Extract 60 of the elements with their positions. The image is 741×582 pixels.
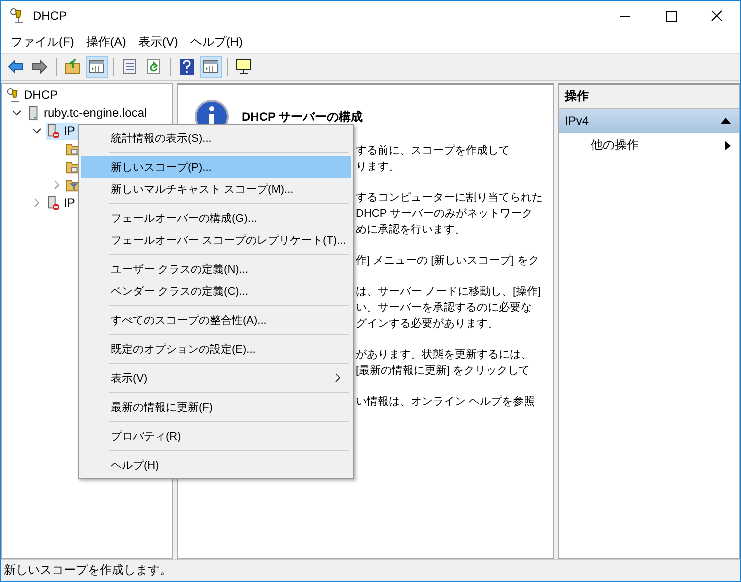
dhcp-icon <box>6 88 21 102</box>
menu-item[interactable]: 統計情報の表示(S)... <box>81 127 351 149</box>
chevron-right-icon <box>335 373 341 383</box>
menu-item[interactable]: すべてのスコープの整合性(A)... <box>81 309 351 331</box>
menu-item[interactable]: 新しいマルチキャスト スコープ(M)... <box>81 178 351 200</box>
content-title: DHCP サーバーの構成 <box>242 108 364 126</box>
toggle-pane-button[interactable] <box>200 56 222 78</box>
pane-icon <box>203 59 219 75</box>
actions-header: 操作 <box>559 85 739 109</box>
refresh-icon <box>146 59 162 75</box>
text-line: グインする必要があります。 <box>356 316 500 332</box>
server-error-icon <box>46 196 61 210</box>
expand-icon[interactable] <box>52 180 62 190</box>
submenu-arrow-icon <box>725 140 731 150</box>
menu-item[interactable]: ベンダー クラスの定義(C)... <box>81 280 351 302</box>
action-link[interactable]: 他の操作 <box>591 137 639 154</box>
menu-item[interactable]: フェールオーバー スコープのレプリケート(T)... <box>81 229 351 251</box>
menu-item[interactable]: 表示(V) <box>81 367 351 389</box>
tree-item[interactable]: IP <box>46 122 78 140</box>
list-icon <box>122 59 138 75</box>
menu-item[interactable]: 表示(V) <box>132 32 184 52</box>
text-line: [最新の情報に更新] をクリックして <box>356 364 532 379</box>
text-line: めに承認を行います。 <box>356 223 467 238</box>
menu-item[interactable]: フェールオーバーの構成(G)... <box>81 207 351 229</box>
text-line: する前に、スコープを作成して <box>356 144 511 159</box>
text-line: DHCP サーバーのみがネットワーク <box>356 207 534 222</box>
toggle-pane-button[interactable] <box>86 56 108 78</box>
tree-item[interactable]: DHCP <box>6 86 62 104</box>
text-line: は、サーバー ノードに移動し、[操作] <box>356 285 542 300</box>
text-line: するコンピューターに割り当てられた <box>356 190 544 206</box>
collapse-icon[interactable] <box>32 126 42 136</box>
tree-item[interactable]: IP <box>46 194 78 212</box>
pane-icon <box>89 59 105 75</box>
menu-item[interactable]: プロパティ(R) <box>81 425 351 447</box>
window-title: DHCP <box>33 9 68 23</box>
menu-item[interactable]: ヘルプ(H) <box>184 32 249 52</box>
folder-up-icon <box>65 59 81 75</box>
monitor-icon <box>236 59 252 75</box>
menu-item[interactable]: 新しいスコープ(P)... <box>81 156 351 178</box>
dhcp-icon <box>9 8 25 24</box>
text-line: があります。状態を更新するには、 <box>356 348 533 363</box>
right-arrow-icon <box>32 59 48 75</box>
help-icon <box>179 59 195 75</box>
server-error-icon <box>46 124 61 138</box>
menu-item[interactable]: 操作(A) <box>80 32 132 52</box>
text-line: い。サーバーを承認するのに必要な <box>356 300 533 316</box>
collapse-icon <box>721 118 731 124</box>
text-line: 作] メニューの [新しいスコープ] をク <box>356 254 540 269</box>
expand-icon[interactable] <box>32 198 42 208</box>
text-line: い情報は、オンライン ヘルプを参照 <box>356 394 536 410</box>
collapse-icon[interactable] <box>12 108 22 118</box>
menu-item[interactable]: 既定のオプションの設定(E)... <box>81 338 351 360</box>
text-line: ります。 <box>356 160 401 175</box>
menu-item[interactable]: ファイル(F) <box>5 32 80 52</box>
menu-item[interactable]: ユーザー クラスの定義(N)... <box>81 258 351 280</box>
menu-item[interactable]: 最新の情報に更新(F) <box>81 396 351 418</box>
tree-item[interactable]: ruby.tc-engine.local <box>26 104 150 122</box>
actions-section-header[interactable]: IPv4 <box>559 109 739 133</box>
menu-item[interactable]: ヘルプ(H) <box>81 454 351 476</box>
left-arrow-icon <box>8 59 24 75</box>
